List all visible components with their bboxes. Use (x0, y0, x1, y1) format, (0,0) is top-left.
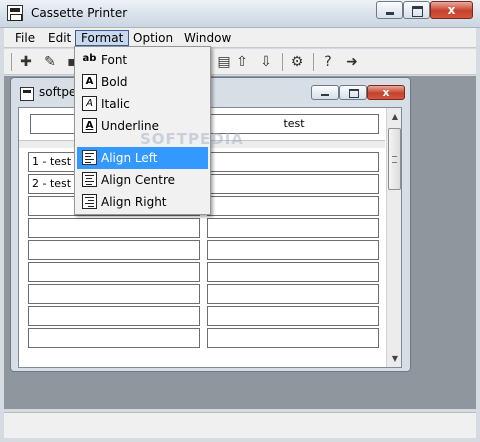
arrow-up-icon[interactable]: ⇧ (232, 52, 252, 72)
menu-item-label: Align Right (101, 195, 167, 209)
menu-window[interactable]: Window (179, 30, 236, 46)
track-field-right[interactable] (207, 174, 379, 194)
font-icon: ab (82, 53, 97, 64)
toolbar-separator (282, 53, 283, 71)
track-field-right[interactable] (207, 196, 379, 216)
vertical-scrollbar[interactable]: ▲ ▼ (386, 108, 401, 367)
menu-option[interactable]: Option (128, 30, 178, 46)
title-bar: Cassette Printer x (0, 0, 480, 28)
settings-icon[interactable]: ⚙ (287, 52, 307, 72)
toolbar-separator (313, 53, 314, 71)
menu-item-label: Font (101, 53, 128, 67)
bold-icon: A (82, 74, 97, 89)
open-icon[interactable]: ✎ (40, 52, 60, 72)
align-centre-icon (82, 172, 97, 187)
underline-icon: A (82, 118, 97, 133)
child-close-button[interactable]: x (367, 85, 405, 100)
menu-item-bold[interactable]: A Bold (77, 71, 208, 93)
status-bar (4, 412, 476, 438)
window-title: Cassette Printer (31, 6, 128, 20)
help-icon[interactable]: ? (318, 52, 338, 72)
app-icon (7, 5, 23, 21)
print-icon[interactable]: ▤ (214, 52, 234, 72)
menu-item-align-right[interactable]: Align Right (77, 191, 208, 213)
close-button[interactable]: x (430, 1, 473, 19)
close-icon: x (447, 3, 456, 17)
menu-item-label: Align Centre (101, 173, 176, 187)
track-field-left[interactable] (28, 284, 200, 304)
menu-format[interactable]: Format (75, 30, 130, 46)
track-field-left[interactable] (28, 306, 200, 326)
document-icon (20, 87, 34, 101)
align-left-icon (82, 150, 97, 165)
menu-edit[interactable]: Edit (43, 30, 76, 46)
track-field-right[interactable] (207, 152, 379, 172)
track-field-left[interactable] (28, 218, 200, 238)
track-field-left[interactable] (28, 262, 200, 282)
track-field-right[interactable] (207, 284, 379, 304)
menu-item-label: Italic (101, 97, 130, 111)
menu-item-font[interactable]: ab Font (77, 49, 208, 71)
child-minimize-button[interactable] (311, 85, 339, 100)
menu-item-italic[interactable]: A Italic (77, 93, 208, 115)
menu-item-align-centre[interactable]: Align Centre (77, 169, 208, 191)
scroll-up-icon[interactable]: ▲ (387, 108, 401, 125)
child-maximize-button[interactable] (339, 85, 367, 100)
side-b-title-field[interactable]: test (209, 114, 379, 134)
menu-item-label: Bold (101, 75, 128, 89)
track-field-left[interactable] (28, 328, 200, 348)
child-window-title: softpe (39, 85, 77, 99)
new-icon[interactable]: ✚ (16, 52, 36, 72)
scrollbar-thumb[interactable] (388, 128, 401, 190)
menu-item-label: Align Left (101, 151, 158, 165)
track-field-right[interactable] (207, 240, 379, 260)
minimize-button[interactable] (376, 1, 403, 19)
menu-item-label: Underline (101, 119, 159, 133)
menu-file[interactable]: File (10, 30, 40, 46)
track-field-right[interactable] (207, 306, 379, 326)
menu-item-align-left[interactable]: Align Left (77, 147, 208, 169)
exit-icon[interactable]: ➜ (342, 52, 362, 72)
italic-icon: A (82, 96, 97, 111)
close-icon: x (382, 86, 390, 99)
menu-item-underline[interactable]: A Underline (77, 115, 208, 137)
track-field-right[interactable] (207, 328, 379, 348)
toolbar-separator (11, 53, 12, 71)
track-field-right[interactable] (207, 262, 379, 282)
menu-bar: File Edit Format Option Window (4, 28, 476, 48)
format-menu: ab Font A Bold A Italic A Underline Alig… (74, 46, 211, 215)
track-field-right[interactable] (207, 218, 379, 238)
maximize-button[interactable] (403, 1, 430, 19)
scroll-down-icon[interactable]: ▼ (387, 350, 401, 367)
track-field-left[interactable] (28, 240, 200, 260)
arrow-down-icon[interactable]: ⇩ (256, 52, 276, 72)
align-right-icon (82, 194, 97, 209)
